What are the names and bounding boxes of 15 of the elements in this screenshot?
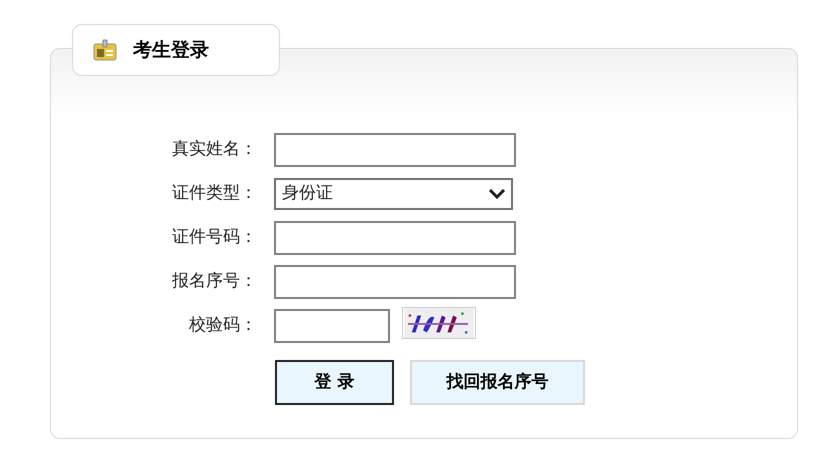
input-field[interactable]	[274, 133, 516, 167]
login-button[interactable]: 登 录	[275, 360, 394, 405]
chevron-down-icon	[489, 189, 505, 199]
input-field[interactable]	[274, 265, 516, 299]
recover-button[interactable]: 找回报名序号	[410, 360, 585, 405]
field-label: 校验码：	[188, 314, 258, 338]
input-field[interactable]	[274, 221, 516, 255]
captcha-field[interactable]	[274, 309, 390, 343]
id-card-icon	[93, 39, 117, 61]
field-label: 真实姓名：	[171, 138, 258, 162]
field-label: 报名序号：	[171, 270, 258, 294]
panel-title: 考生登录	[133, 38, 209, 63]
field-label: 证件类型：	[171, 182, 258, 206]
id-type-dropdown[interactable]: 身份证	[274, 178, 513, 210]
field-label: 证件号码：	[171, 226, 258, 250]
